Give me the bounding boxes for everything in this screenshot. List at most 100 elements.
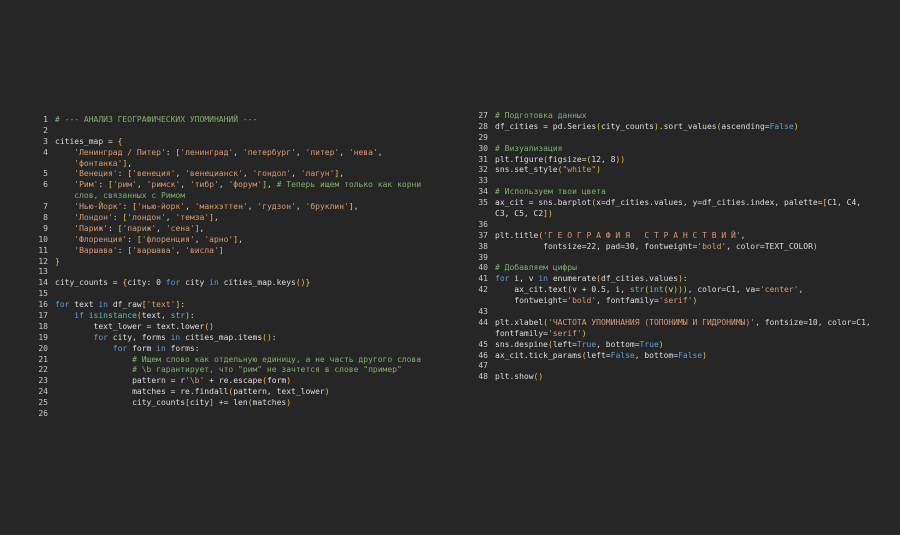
code-line[interactable]: 16 for text in df_raw['text']: xyxy=(30,300,450,311)
code-content: 'Париж': ['париж', 'сена'], xyxy=(55,224,450,235)
code-content: for form in forms: xyxy=(55,344,450,355)
code-text: , xyxy=(295,202,306,212)
string-literal: '\b' xyxy=(185,376,205,386)
code-line[interactable]: 28 df_cities = pd.Series(city_counts).sor… xyxy=(470,122,890,133)
code-line[interactable]: 12} xyxy=(30,257,450,268)
code-text: left= xyxy=(586,350,611,360)
code-line[interactable]: 27 # Подготовка данных xyxy=(470,111,890,122)
code-line[interactable]: 2 xyxy=(30,126,450,137)
string-literal: 'гондол' xyxy=(252,169,292,179)
code-line[interactable]: 7 'Нью-Йорк': ['нью-йорк', 'манхэттен', … xyxy=(30,202,450,213)
code-line[interactable]: 33 xyxy=(470,176,890,187)
code-line[interactable]: 38 fontsize=22, pad=30, fontweight='bold… xyxy=(470,242,890,253)
code-line[interactable]: 47 xyxy=(470,361,890,372)
string-literal: 'форум' xyxy=(228,180,263,190)
bracket: ) xyxy=(581,328,587,338)
line-number: 22 xyxy=(38,365,48,375)
code-line[interactable]: 34 # Используем твои цвета xyxy=(470,187,890,198)
code-line[interactable]: 18 text_lower = text.lower() xyxy=(30,322,450,333)
code-line[interactable]: 41 for i, v in enumerate(df_cities.values… xyxy=(470,274,890,285)
code-line[interactable]: 40 # Добавляем цифры xyxy=(470,263,890,274)
code-text: fontweight= xyxy=(495,296,568,306)
code-line[interactable]: 14 city_counts = {city: 0 for city in cit… xyxy=(30,278,450,289)
code-content: plt.title('Г Е О Г Р А Ф И Я С Т Р А Н С… xyxy=(495,231,890,242)
code-line[interactable]: 9 'Париж': ['париж', 'сена'], xyxy=(30,224,450,235)
code-line[interactable]: 35 ax_cit = sns.barplot(x=df_cities.value… xyxy=(470,198,890,209)
line-number: 21 xyxy=(38,354,48,364)
code-line[interactable]: 6 'Рим': ['рим', 'римск', 'тибр', 'форум… xyxy=(30,180,450,191)
line-number: 29 xyxy=(478,132,488,142)
keyword: in xyxy=(156,343,166,353)
code-text: : xyxy=(117,169,128,179)
code-text: text_lower = text.lower xyxy=(55,321,205,331)
code-line[interactable]: 39 xyxy=(470,253,890,264)
line-number xyxy=(470,209,488,220)
string-literal: 'римск' xyxy=(146,180,181,190)
code-text: , xyxy=(194,234,205,244)
code-line[interactable]: 11 'Варшава': ['варшава', 'висла'] xyxy=(30,246,450,257)
code-line[interactable]: 'фонтанка'], xyxy=(30,159,450,170)
code-line[interactable]: 43 xyxy=(470,307,890,318)
code-line[interactable]: fontfamily='serif') xyxy=(470,329,890,340)
code-line[interactable]: 19 for city, forms in cities_map.items()… xyxy=(30,333,450,344)
code-text: form xyxy=(266,376,287,386)
code-text: : xyxy=(117,245,128,255)
code-line[interactable]: C3, C5, C2]) xyxy=(470,209,890,220)
code-content: for i, v in enumerate(df_cities.values): xyxy=(495,274,890,285)
code-line[interactable]: 8 'Лондон': ['лондон', 'темза'], xyxy=(30,213,450,224)
code-line[interactable]: 36 xyxy=(470,220,890,231)
code-text: text, xyxy=(141,311,171,321)
code-text: : xyxy=(127,234,137,244)
code-line[interactable]: 32 sns.set_style("white") xyxy=(470,165,890,176)
code-line[interactable]: 20 for form in forms: xyxy=(30,344,450,355)
code-line[interactable]: 13 xyxy=(30,267,450,278)
string-literal: 'бруклин' xyxy=(305,202,349,212)
builtin: isinstance xyxy=(88,311,137,321)
string-literal: 'тибр' xyxy=(189,180,219,190)
code-line[interactable]: 23 pattern = r'\b' + re.escape(form) xyxy=(30,376,450,387)
line-number: 46 xyxy=(478,350,488,360)
code-line[interactable]: 25 city_counts[city] += len(matches) xyxy=(30,398,450,409)
code-text: : xyxy=(112,213,123,223)
code-line[interactable]: 24 matches = re.findall(pattern, text_lo… xyxy=(30,387,450,398)
code-line[interactable]: 48 plt.show() xyxy=(470,372,890,383)
line-number: 8 xyxy=(43,213,48,223)
code-content: # Добавляем цифры xyxy=(495,263,890,274)
code-text: ascending= xyxy=(721,121,770,131)
code-line[interactable]: 37 plt.title('Г Е О Г Р А Ф И Я С Т Р А Н… xyxy=(470,231,890,242)
code-line[interactable]: 5 'Венеция': ['венеция', 'венецианск', '… xyxy=(30,169,450,180)
line-number: 5 xyxy=(43,169,48,179)
comment: # --- АНАЛИЗ ГЕОГРАФИЧЕСКИХ УПОМИНАНИЙ -… xyxy=(55,115,258,124)
code-text: sns.despine xyxy=(495,339,548,349)
code-line[interactable]: 30 # Визуализация xyxy=(470,144,890,155)
code-line[interactable]: 46 ax_cit.tick_params(left=False, bottom=… xyxy=(470,351,890,362)
code-line[interactable]: 10 'Флоренция': ['флоренция', 'арно'], xyxy=(30,235,450,246)
code-pane-right[interactable]: 27 # Подготовка данных 28 df_cities = pd.Se… xyxy=(470,111,890,383)
code-line[interactable]: 21 # Ищем слово как отдельную единицу, а… xyxy=(30,355,450,366)
code-text: figsize= xyxy=(548,154,587,164)
code-line[interactable]: 15 xyxy=(30,289,450,300)
code-line[interactable]: слов, связанных с Римом xyxy=(30,191,450,202)
string-literal: 'париж' xyxy=(122,223,157,233)
code-line[interactable]: 1 # --- АНАЛИЗ ГЕОГРАФИЧЕСКИХ УПОМИНАНИЙ … xyxy=(30,115,450,126)
code-line[interactable]: 29 xyxy=(470,133,890,144)
code-line[interactable]: 4 'Ленинград / Питер': ['ленинград', 'пе… xyxy=(30,148,450,159)
string-literal: 'bold' xyxy=(567,296,597,306)
code-line[interactable]: 26 xyxy=(30,409,450,420)
code-line[interactable]: fontweight='bold', fontfamily='serif') xyxy=(470,296,890,307)
code-content xyxy=(55,267,450,278)
code-text: , fontsize=10, color=C1, xyxy=(755,317,871,327)
code-line[interactable]: 17 if isinstance(text, str): xyxy=(30,311,450,322)
code-text: x=df_cities.values, y=df_cities.index, p… xyxy=(596,198,823,208)
code-line[interactable]: 45 sns.despine(left=True, bottom=True) xyxy=(470,340,890,351)
string-literal: 'Париж' xyxy=(74,223,108,233)
code-pane-left[interactable]: 1 # --- АНАЛИЗ ГЕОГРАФИЧЕСКИХ УПОМИНАНИЙ … xyxy=(30,115,450,420)
code-line[interactable]: 3 cities_map = { xyxy=(30,137,450,148)
code-content: # --- АНАЛИЗ ГЕОГРАФИЧЕСКИХ УПОМИНАНИЙ -… xyxy=(55,115,450,126)
code-line[interactable]: 44 plt.xlabel('ЧАСТОТА УПОМИНАНИЯ (ТОПОНИ… xyxy=(470,318,890,329)
code-line[interactable]: 31 plt.figure(figsize=(12, 8)) xyxy=(470,155,890,166)
code-line[interactable]: 42 ax_cit.text(v + 0.5, i, str(int(v))),… xyxy=(470,285,890,296)
code-line[interactable]: 22 # \b гарантирует, что "рим" не зачтет… xyxy=(30,365,450,376)
